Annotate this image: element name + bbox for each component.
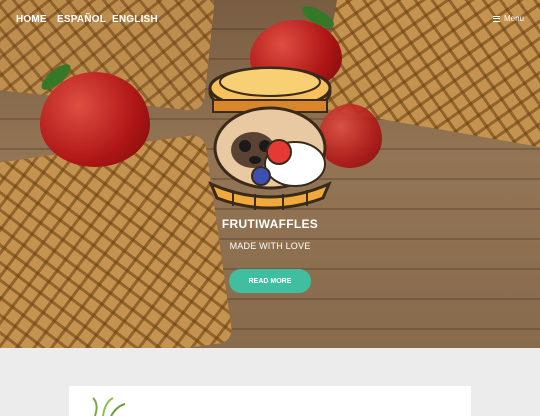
nav-link-english[interactable]: ENGLISH	[112, 14, 158, 25]
site-title: FRUTIWAFFLES	[221, 217, 319, 231]
menu-label: Menu	[503, 14, 524, 23]
content-card	[69, 386, 471, 416]
site-tagline: MADE WITH LOVE	[229, 241, 311, 251]
nav-link-espanol[interactable]: ESPAÑOL	[57, 14, 106, 25]
plant-icon	[92, 397, 126, 416]
top-navigation: HOME ESPAÑOL ENGLISH Menu	[0, 0, 540, 38]
menu-toggle-button[interactable]: Menu	[492, 14, 524, 23]
read-more-button[interactable]: READ MORE	[229, 269, 311, 293]
nav-link-home[interactable]: HOME	[16, 14, 47, 25]
hero-banner: FRUTIWAFFLES MADE WITH LOVE READ MORE	[0, 0, 540, 348]
hamburger-icon	[492, 15, 500, 22]
pug-waffle-logo	[208, 66, 332, 210]
